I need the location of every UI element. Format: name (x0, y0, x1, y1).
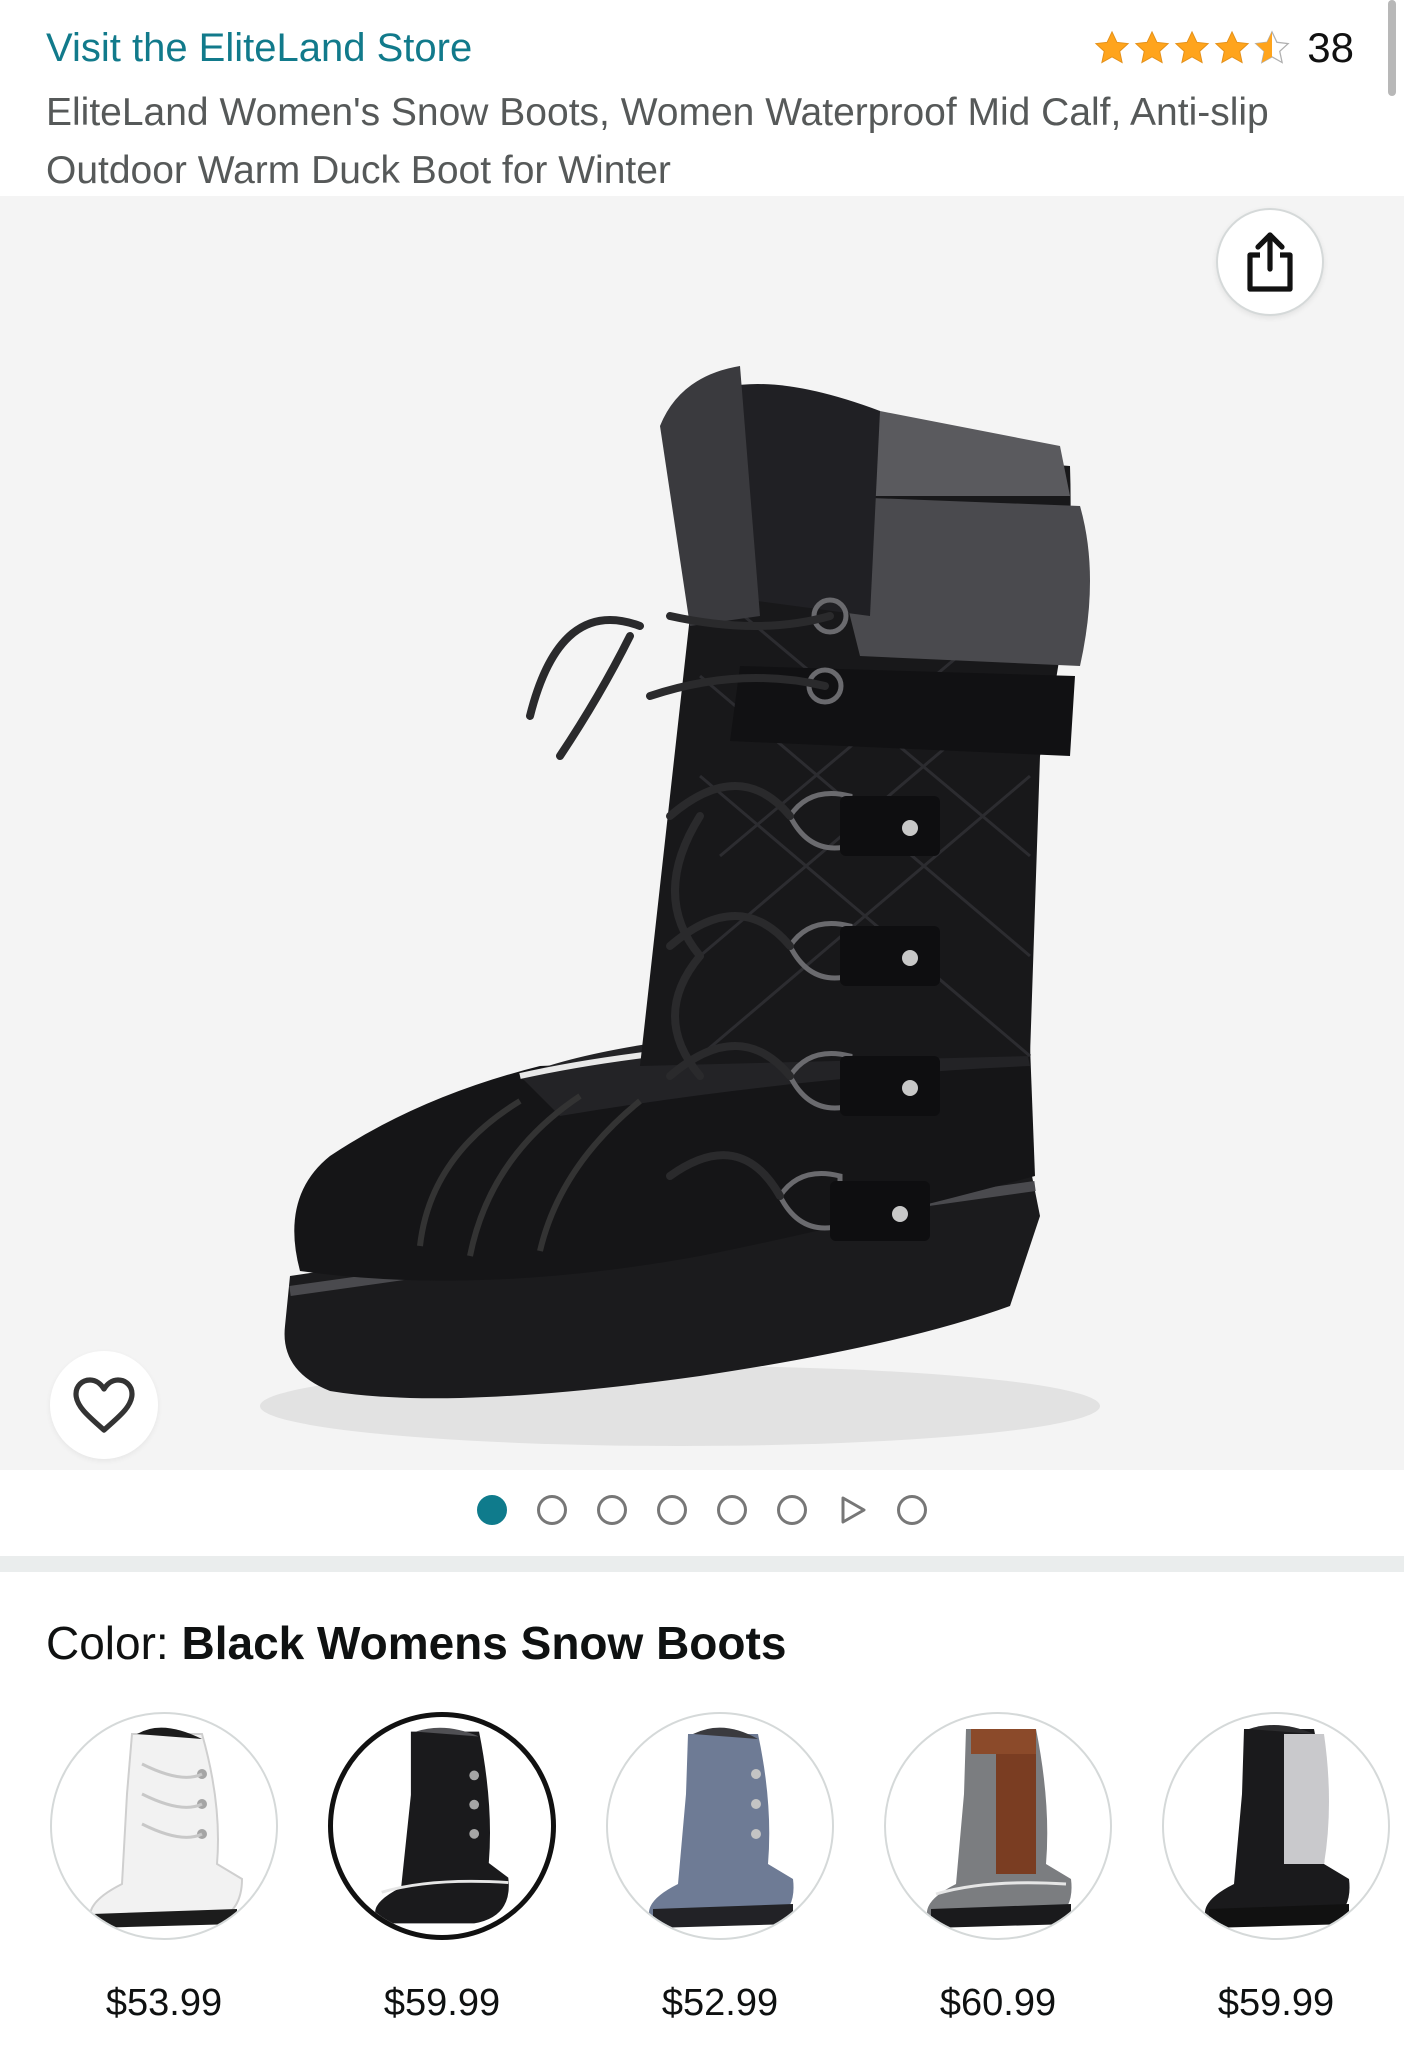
swatch-black[interactable]: $59.99 (324, 1712, 560, 2025)
pager-dot[interactable] (897, 1495, 927, 1525)
product-image (260, 366, 1100, 1446)
swatch-image (884, 1712, 1112, 1940)
pager-dot[interactable] (477, 1495, 507, 1525)
share-icon (1247, 232, 1293, 292)
rating[interactable]: 38 (1093, 24, 1354, 72)
image-pager[interactable] (0, 1470, 1404, 1550)
pager-dot[interactable] (597, 1495, 627, 1525)
swatch-image (1162, 1712, 1390, 1940)
swatch-price: $53.99 (105, 1982, 223, 2024)
swatch-image (606, 1712, 834, 1940)
scrollbar[interactable] (1388, 0, 1396, 96)
color-label-prefix: Color: (46, 1617, 182, 1669)
share-button[interactable] (1216, 208, 1324, 316)
pager-dot[interactable] (717, 1495, 747, 1525)
swatch-price: $52.99 (661, 1982, 779, 2024)
store-link[interactable]: Visit the EliteLand Store (46, 26, 472, 71)
section-divider (0, 1556, 1404, 1572)
product-title: EliteLand Women's Snow Boots, Women Wate… (46, 91, 1269, 192)
star-icon (1135, 30, 1170, 64)
pager-dot[interactable] (537, 1495, 567, 1525)
pager-dot[interactable] (777, 1495, 807, 1525)
product-image-carousel[interactable] (0, 196, 1404, 1470)
color-label: Color: Black Womens Snow Boots (46, 1616, 786, 1670)
swatch-black-grey[interactable]: $59.99 (1158, 1712, 1394, 2025)
rating-count[interactable]: 38 (1307, 24, 1354, 72)
swatch-blue-grey[interactable]: $52.99 (602, 1712, 838, 2025)
favorite-button[interactable] (50, 1351, 158, 1459)
swatch-brown-grey[interactable]: $60.99 (880, 1712, 1116, 2025)
heart-icon (73, 1377, 135, 1433)
pager-dot[interactable] (657, 1495, 687, 1525)
color-swatches: $53.99 $59.99 $52.99 $60.99 $59.99 (0, 1712, 1404, 2048)
star-icon (1215, 30, 1250, 64)
swatch-image (328, 1712, 556, 1940)
star-rating (1093, 29, 1291, 67)
star-icon (1175, 30, 1210, 64)
swatch-price: $59.99 (383, 1982, 501, 2024)
product-header: Visit the EliteLand Store 38 EliteLand W… (0, 0, 1404, 196)
swatch-white[interactable]: $53.99 (46, 1712, 282, 2025)
color-value: Black Womens Snow Boots (181, 1617, 787, 1669)
star-icon (1095, 30, 1130, 64)
swatch-price: $60.99 (939, 1982, 1057, 2024)
swatch-price: $59.99 (1217, 1982, 1335, 2024)
video-play-icon[interactable] (837, 1495, 867, 1525)
swatch-image (50, 1712, 278, 1940)
product-page: Visit the EliteLand Store 38 EliteLand W… (0, 0, 1404, 2048)
half-star-icon (1254, 30, 1290, 64)
